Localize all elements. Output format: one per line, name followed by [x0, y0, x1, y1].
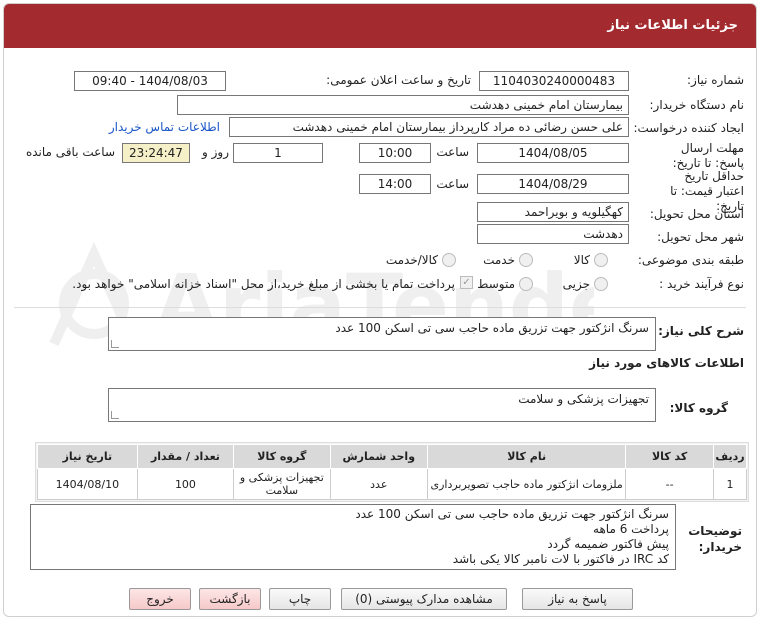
treasury-checkbox[interactable]: ✓ — [460, 276, 473, 289]
process-option-minor: جزیی — [562, 277, 590, 291]
cell-group: تجهیزات پزشکی و سلامت — [233, 468, 331, 500]
need-number-field: 1104030240000483 — [479, 71, 629, 91]
cell-date: 1404/08/10 — [37, 468, 138, 500]
buyer-notes-line: پیش فاکتور ضمیمه گردد — [547, 537, 669, 551]
category-radio-service[interactable] — [519, 253, 533, 267]
table-header-row: ردیف کد کالا نام کالا واحد شمارش گروه کا… — [37, 444, 748, 469]
deadline-time-label: ساعت — [436, 145, 469, 159]
col-quantity: تعداد / مقدار — [136, 444, 235, 469]
col-name: نام کالا — [427, 444, 627, 469]
announce-label: تاریخ و ساعت اعلان عمومی: — [326, 73, 471, 87]
buyer-org-field: بیمارستان امام خمینی دهدشت — [177, 95, 629, 115]
validity-time-field: 14:00 — [359, 174, 431, 194]
city-field: دهدشت — [477, 224, 629, 244]
buyer-org-label: نام دستگاه خریدار: — [649, 98, 745, 112]
days-label: روز و — [202, 145, 229, 159]
buyer-notes-line: کد IRC در فاکتور با لات نامبر کالا یکی ب… — [452, 552, 669, 566]
need-number-label: شماره نیاز: — [687, 73, 744, 87]
col-group: گروه کالا — [233, 444, 331, 469]
process-radio-medium[interactable] — [519, 277, 533, 291]
creator-label: ایجاد کننده درخواست: — [633, 121, 744, 135]
goods-group-text: تجهیزات پزشکی و سلامت — [518, 392, 649, 406]
province-field: کهگیلویه و بویراحمد — [477, 202, 629, 222]
col-date: تاریخ نیاز — [37, 444, 138, 469]
cell-name: ملزومات انژکتور ماده حاجب تصویربرداری — [427, 468, 627, 500]
col-row: ردیف — [712, 444, 748, 469]
attachments-button[interactable]: مشاهده مدارک پیوستی (0) — [341, 588, 507, 610]
remaining-time-field: 23:24:47 — [122, 143, 190, 163]
resize-grip-icon[interactable] — [111, 340, 119, 348]
process-radio-minor[interactable] — [594, 277, 608, 291]
creator-field: علی حسن رضائی ده مراد کارپرداز بیمارستان… — [229, 117, 629, 137]
validity-time-label: ساعت — [436, 177, 469, 191]
buyer-notes-line: پرداخت 6 ماهه — [593, 522, 669, 536]
remaining-label: ساعت باقی مانده — [25, 145, 115, 159]
panel-title: جزئیات اطلاعات نیاز — [607, 18, 738, 33]
cell-unit: عدد — [329, 468, 429, 500]
deadline-date-field: 1404/08/05 — [477, 143, 629, 163]
category-option-goods: کالا — [573, 253, 590, 267]
back-button[interactable]: بازگشت — [199, 588, 261, 610]
category-option-service: خدمت — [483, 253, 515, 267]
goods-table: ردیف کد کالا نام کالا واحد شمارش گروه کا… — [37, 444, 748, 500]
summary-label: شرح کلی نیاز: — [658, 324, 744, 338]
resize-grip-icon[interactable] — [111, 411, 119, 419]
payment-note: پرداخت تمام یا بخشی از مبلغ خرید،از محل … — [72, 277, 455, 291]
province-label: استان محل تحویل: — [649, 207, 744, 221]
contact-info-link[interactable]: اطلاعات تماس خریدار — [109, 120, 220, 134]
goods-group-label: گروه کالا: — [669, 401, 728, 415]
cell-quantity: 100 — [136, 468, 235, 500]
category-label: طبقه بندی موضوعی: — [637, 253, 744, 267]
summary-text: سرنگ انژکتور جهت تزریق ماده حاجب سی تی ا… — [335, 321, 649, 335]
buyer-notes-label: توضیحات خریدار: — [688, 524, 742, 554]
cell-code: -- — [625, 468, 714, 500]
summary-textarea[interactable]: سرنگ انژکتور جهت تزریق ماده حاجب سی تی ا… — [108, 317, 656, 351]
col-code: کد کالا — [625, 444, 714, 469]
category-radio-both[interactable] — [442, 253, 456, 267]
deadline-label: مهلت ارسال پاسخ: تا تاریخ: — [672, 141, 744, 170]
process-label: نوع فرآیند خرید : — [659, 277, 744, 291]
table-row[interactable]: 1 -- ملزومات انژکتور ماده حاجب تصویربردا… — [37, 468, 748, 500]
main-panel: جزئیات اطلاعات نیاز AriaTender.net شماره… — [3, 3, 757, 617]
validity-date-field: 1404/08/29 — [477, 174, 629, 194]
goods-info-title: اطلاعات کالاهای مورد نیاز — [589, 356, 744, 370]
city-label: شهر محل تحویل: — [657, 230, 744, 244]
col-unit: واحد شمارش — [329, 444, 429, 469]
category-radio-goods[interactable] — [594, 253, 608, 267]
deadline-time-field: 10:00 — [359, 143, 431, 163]
exit-button[interactable]: خروج — [129, 588, 191, 610]
print-button[interactable]: چاپ — [269, 588, 331, 610]
cell-row: 1 — [712, 468, 748, 500]
buyer-notes-textarea[interactable]: سرنگ انژکتور جهت تزریق ماده حاجب سی تی ا… — [30, 504, 676, 570]
reply-button[interactable]: پاسخ به نیاز — [522, 588, 633, 610]
process-option-medium: متوسط — [477, 277, 515, 291]
announce-field: 1404/08/03 - 09:40 — [74, 71, 226, 91]
days-field: 1 — [233, 143, 323, 163]
goods-group-textarea[interactable]: تجهیزات پزشکی و سلامت — [108, 388, 656, 422]
category-option-both: کالا/خدمت — [385, 253, 438, 267]
divider — [14, 307, 746, 308]
buyer-notes-line: سرنگ انژکتور جهت تزریق ماده حاجب سی تی ا… — [355, 507, 669, 521]
panel-header: جزئیات اطلاعات نیاز — [4, 4, 756, 48]
